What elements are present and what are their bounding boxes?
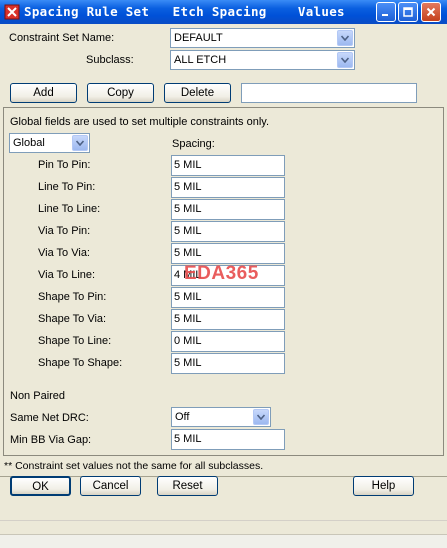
copy-button[interactable]: Copy xyxy=(87,83,154,103)
constraint-set-label: Constraint Set Name: xyxy=(9,32,115,44)
same-net-drc-select[interactable]: Off xyxy=(171,407,271,427)
row-label-shape-to-pin: Shape To Pin: xyxy=(38,291,107,303)
min-bb-via-gap-input[interactable]: 5 MIL xyxy=(171,429,285,450)
subclass-select[interactable]: ALL ETCH xyxy=(170,50,355,70)
constraint-set-select[interactable]: DEFAULT xyxy=(170,28,355,48)
constraint-name-input[interactable] xyxy=(241,83,417,103)
app-icon xyxy=(4,4,20,20)
add-button[interactable]: Add xyxy=(10,83,77,103)
row-label-shape-to-shape: Shape To Shape: xyxy=(38,357,123,369)
reset-button[interactable]: Reset xyxy=(157,476,218,496)
chevron-down-icon[interactable] xyxy=(337,52,353,68)
shape-to-via-input[interactable]: 5 MIL xyxy=(171,309,285,330)
minimize-button[interactable] xyxy=(376,2,396,22)
row-label-via-to-pin: Via To Pin: xyxy=(38,225,91,237)
global-info-text: Global fields are used to set multiple c… xyxy=(10,116,270,128)
row-label-via-to-via: Via To Via: xyxy=(38,247,90,259)
shape-to-shape-input[interactable]: 5 MIL xyxy=(171,353,285,374)
line-to-line-input[interactable]: 5 MIL xyxy=(171,199,285,220)
help-button[interactable]: Help xyxy=(353,476,414,496)
row-label-line-to-line: Line To Line: xyxy=(38,203,101,215)
scope-select[interactable]: Global xyxy=(9,133,90,153)
line-to-pin-input[interactable]: 5 MIL xyxy=(171,177,285,198)
row-label-via-to-line: Via To Line: xyxy=(38,269,96,281)
row-label-shape-to-via: Shape To Via: xyxy=(38,313,107,325)
via-to-pin-input[interactable]: 5 MIL xyxy=(171,221,285,242)
subclass-label: Subclass: xyxy=(86,54,134,66)
spacing-header: Spacing: xyxy=(172,138,215,150)
row-label-shape-to-line: Shape To Line: xyxy=(38,335,112,347)
chevron-down-icon[interactable] xyxy=(253,409,269,425)
shape-to-pin-input[interactable]: 5 MIL xyxy=(171,287,285,308)
cancel-button[interactable]: Cancel xyxy=(80,476,141,496)
title-bar: Spacing Rule Set Etch Spacing Values xyxy=(0,0,447,24)
window-title: Spacing Rule Set Etch Spacing Values xyxy=(24,4,345,19)
watermark: EDA365 xyxy=(184,263,259,284)
via-to-via-input[interactable]: 5 MIL xyxy=(171,243,285,264)
maximize-button[interactable] xyxy=(398,2,418,22)
chevron-down-icon[interactable] xyxy=(72,135,88,151)
minimize-icon xyxy=(382,14,388,16)
maximize-icon xyxy=(403,7,413,17)
row-label-pin-to-pin: Pin To Pin: xyxy=(38,159,91,171)
close-icon xyxy=(426,7,436,17)
delete-button[interactable]: Delete xyxy=(164,83,231,103)
close-button[interactable] xyxy=(421,2,441,22)
scope-value: Global xyxy=(13,137,45,149)
ok-button[interactable]: OK xyxy=(10,476,71,496)
non-paired-label: Non Paired xyxy=(10,390,66,402)
shape-to-line-input[interactable]: 0 MIL xyxy=(171,331,285,352)
footnote-text: ** Constraint set values not the same fo… xyxy=(4,460,264,472)
min-bb-via-gap-label: Min BB Via Gap: xyxy=(10,434,92,446)
chevron-down-icon[interactable] xyxy=(337,30,353,46)
constraint-set-value: DEFAULT xyxy=(174,32,223,44)
row-label-line-to-pin: Line To Pin: xyxy=(38,181,96,193)
pin-to-pin-input[interactable]: 5 MIL xyxy=(171,155,285,176)
same-net-drc-label: Same Net DRC: xyxy=(10,412,89,424)
horizontal-scrollbar[interactable] xyxy=(0,534,447,548)
same-net-drc-value: Off xyxy=(175,411,190,423)
subclass-value: ALL ETCH xyxy=(174,54,227,66)
